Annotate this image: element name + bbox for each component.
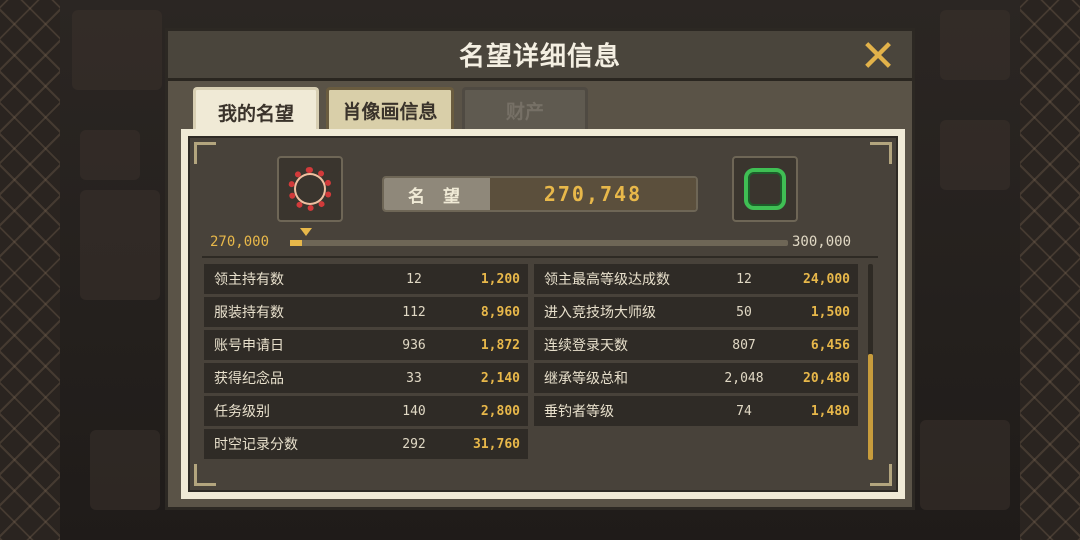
left-border-pattern <box>0 0 60 540</box>
stat-count: 12 <box>406 271 422 287</box>
stat-label: 继承等级总和 <box>544 371 628 387</box>
stats-table: 领主持有数 12 1,200 服装持有数 112 8,960 账号申请日 936… <box>204 264 860 460</box>
stat-points: 1,872 <box>480 337 520 353</box>
stat-count: 807 <box>732 337 756 353</box>
stat-label: 任务级别 <box>214 404 270 420</box>
stat-row: 任务级别 140 2,800 <box>204 396 528 426</box>
stat-count: 50 <box>736 304 752 320</box>
next-rank-badge[interactable] <box>732 156 798 222</box>
stat-row: 时空记录分数 292 31,760 <box>204 429 528 459</box>
progress-fill <box>290 240 303 246</box>
stat-label: 进入竞技场大师级 <box>544 305 656 321</box>
divider <box>202 256 878 258</box>
stat-points: 2,140 <box>480 370 520 386</box>
content-frame: 名 望 270,748 270,000 300,000 领主持有数 12 1,2… <box>181 129 905 499</box>
stats-scrollbar[interactable] <box>868 264 873 460</box>
stat-count: 2,048 <box>724 370 764 386</box>
stat-count: 936 <box>402 337 426 353</box>
stat-row: 领主最高等级达成数 12 24,000 <box>534 264 858 294</box>
stat-row: 获得纪念品 33 2,140 <box>204 363 528 393</box>
stat-points: 1,500 <box>810 304 850 320</box>
stat-label: 垂钓者等级 <box>544 404 614 420</box>
corner-ornament <box>870 464 892 486</box>
content-panel: 名 望 270,748 270,000 300,000 领主持有数 12 1,2… <box>188 136 898 492</box>
stat-row: 服装持有数 112 8,960 <box>204 297 528 327</box>
stat-row: 账号申请日 936 1,872 <box>204 330 528 360</box>
stat-points: 1,480 <box>810 403 850 419</box>
stat-points: 6,456 <box>810 337 850 353</box>
stat-points: 20,480 <box>803 370 850 386</box>
stat-label: 连续登录天数 <box>544 338 628 354</box>
stat-points: 2,800 <box>480 403 520 419</box>
stat-count: 292 <box>402 436 426 452</box>
stat-count: 140 <box>402 403 426 419</box>
tab-portrait-info[interactable]: 肖像画信息 <box>326 87 454 131</box>
stat-count: 112 <box>402 304 426 320</box>
stat-count: 33 <box>406 370 422 386</box>
stat-points: 8,960 <box>480 304 520 320</box>
tab-my-reputation[interactable]: 我的名望 <box>193 87 319 135</box>
stat-row: 连续登录天数 807 6,456 <box>534 330 858 360</box>
close-icon[interactable]: ✕ <box>858 35 898 79</box>
tab-assets[interactable]: 财产 <box>462 87 588 131</box>
progress-min: 270,000 <box>210 234 270 250</box>
stat-label: 领主最高等级达成数 <box>544 272 670 288</box>
dialog-title: 名望详细信息 <box>458 42 621 72</box>
corner-ornament <box>870 142 892 164</box>
stat-points: 1,200 <box>480 271 520 287</box>
stat-row: 领主持有数 12 1,200 <box>204 264 528 294</box>
stat-points: 24,000 <box>803 271 850 287</box>
stat-label: 账号申请日 <box>214 338 284 354</box>
stat-label: 获得纪念品 <box>214 371 284 387</box>
stat-points: 31,760 <box>473 436 520 452</box>
stat-count: 74 <box>736 403 752 419</box>
progress-marker-icon <box>300 228 312 236</box>
reputation-display: 名 望 270,748 <box>382 176 698 212</box>
stat-row: 进入竞技场大师级 50 1,500 <box>534 297 858 327</box>
progress-max: 300,000 <box>792 234 852 250</box>
right-border-pattern <box>1020 0 1080 540</box>
red-laurel-icon <box>288 167 332 211</box>
reputation-dialog: 名望详细信息 ✕ 我的名望 肖像画信息 财产 名 望 270,748 270,0… <box>165 28 915 510</box>
dialog-title-bar: 名望详细信息 ✕ <box>168 31 912 81</box>
progress-track <box>290 240 788 246</box>
scrollbar-thumb[interactable] <box>868 354 873 460</box>
stat-row: 垂钓者等级 74 1,480 <box>534 396 858 426</box>
stat-label: 领主持有数 <box>214 272 284 288</box>
green-frame-icon <box>744 168 786 210</box>
stat-count: 12 <box>736 271 752 287</box>
corner-ornament <box>194 142 216 164</box>
corner-ornament <box>194 464 216 486</box>
stat-label: 服装持有数 <box>214 305 284 321</box>
stat-label: 时空记录分数 <box>214 437 298 453</box>
stat-row: 继承等级总和 2,048 20,480 <box>534 363 858 393</box>
reputation-value: 270,748 <box>490 178 696 210</box>
current-rank-badge[interactable] <box>277 156 343 222</box>
reputation-label: 名 望 <box>384 178 490 210</box>
